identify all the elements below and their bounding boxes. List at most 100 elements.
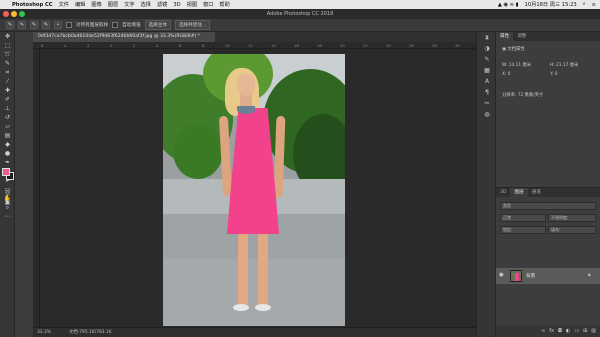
quick-select-icon[interactable]: ✎ [0,59,15,68]
menu-3d[interactable]: 3D [173,2,180,8]
eyedropper-icon[interactable]: ⁄ [0,77,15,86]
select-subject-button[interactable]: 选择主体 [144,20,171,30]
healing-icon[interactable]: ✚ [0,86,15,95]
eraser-icon[interactable]: ▱ [0,122,15,131]
ruler-tick-label: 26 [409,43,414,48]
window-titlebar: Adobe Photoshop CC 2018 [0,9,600,19]
menu-file[interactable]: 文件 [59,1,69,8]
tab-channels[interactable]: 通道 [528,188,545,197]
opacity-field[interactable]: 不透明度: [548,214,596,222]
history-brush-icon[interactable]: ↺ [0,113,15,122]
layer-filter[interactable]: 类型 [500,202,596,210]
menu-window[interactable]: 窗口 [203,1,213,8]
sample-all-layers-checkbox[interactable] [66,22,72,28]
adjustment-layer-icon[interactable]: ◐ [566,325,570,337]
brush-settings-icon[interactable]: ✎ [477,54,497,65]
menu-filter[interactable]: 滤镜 [157,1,167,8]
dodge-icon[interactable]: ● [0,149,15,158]
layer-style-icon[interactable]: fx [549,325,554,337]
status-icons[interactable]: ▲ ◉ ≋ ▮ [498,2,519,8]
photo-leg [238,232,248,308]
blur-icon[interactable]: ◆ [0,140,15,149]
tools-panel: ✥ ⬚ ➰ ✎ ⌗ ⁄ ✚ ✐ ⊥ ↺ ▱ ▤ ◆ ● ✒ T ➤ ▭ ✋ ⌕ … [0,32,15,337]
document-image[interactable] [163,54,345,326]
history-panel-icon[interactable]: ⧗ [477,32,497,43]
menubar-app-name[interactable]: Photoshop CC [12,2,53,8]
select-and-mask-button[interactable]: 选择并遮住... [174,20,211,30]
lasso-icon[interactable]: ➰ [0,50,15,59]
photo-shoe [255,304,271,311]
tab-adjustments[interactable]: 调整 [513,32,530,41]
new-selection-icon[interactable]: ✎ [18,21,26,29]
libraries-panel-icon[interactable]: ◍ [477,109,497,120]
screen-mode-icon[interactable]: ▣ [0,198,15,207]
tools-panel-icon[interactable]: ✂ [477,98,497,109]
menu-layer[interactable]: 图层 [108,1,118,8]
stamp-icon[interactable]: ⊥ [0,104,15,113]
marquee-icon[interactable]: ⬚ [0,41,15,50]
ruler-tick-label: 14 [271,43,276,48]
photo-tree [173,124,223,179]
layer-thumbnail [510,270,522,282]
menu-image[interactable]: 图像 [91,1,101,8]
lock-options[interactable]: 锁定: [500,226,546,234]
new-group-icon[interactable]: ▭ [574,325,579,337]
ruler-tick-label: 16 [294,43,299,48]
menu-help[interactable]: 帮助 [219,1,229,8]
link-layers-icon[interactable]: ∞ [541,325,545,337]
move-icon[interactable]: ✥ [0,32,15,41]
window-title: Adobe Photoshop CC 2018 [266,11,334,17]
menu-view[interactable]: 视图 [187,1,197,8]
more-icon[interactable]: ⋯ [0,212,15,221]
brush-size-icon[interactable]: • [54,21,62,29]
add-mask-icon[interactable]: ◘ [558,325,562,337]
tool-preset-icon[interactable]: ✎ [6,21,14,29]
document-tab[interactable]: 0df3d7ca7bcb0a4610de52f9d63f6246b60af3f.… [33,32,215,42]
auto-enhance-checkbox[interactable] [112,22,119,28]
quick-mask-icon[interactable]: ◎ [0,188,15,197]
tab-layers[interactable]: 图层 [510,188,528,197]
add-selection-icon[interactable]: ✎ [30,21,38,29]
delete-layer-icon[interactable]: ▥ [591,325,596,337]
new-layer-icon[interactable]: ⊞ [583,325,587,337]
menubar-clock[interactable]: 10月18日 周三 15:23 [525,1,577,8]
pen-icon[interactable]: ✒ [0,158,15,167]
search-icon[interactable]: ⌕ [583,1,586,8]
ruler-tick-label: 22 [363,43,368,48]
document-size-info[interactable]: 文档:795.1K/783.1K [69,328,112,337]
menu-type[interactable]: 文字 [124,1,134,8]
properties-width[interactable]: W: 14.11 厘米 [502,62,531,68]
menu-edit[interactable]: 编辑 [75,1,85,8]
properties-y[interactable]: Y: 0 [550,72,558,77]
lock-icon[interactable]: 🔒︎ [588,272,591,278]
tab-properties[interactable]: 属性 [496,32,514,41]
foreground-color-swatch[interactable] [2,168,10,176]
ruler-tick-label: 20 [340,43,345,48]
subtract-selection-icon[interactable]: ✎ [42,21,50,29]
layer-name[interactable]: 背景 [526,273,535,279]
properties-x[interactable]: X: 0 [502,72,511,77]
blend-mode-select[interactable]: 正常 [500,214,546,222]
menu-list-icon[interactable]: ≡ [592,2,596,8]
brush-icon[interactable]: ✐ [0,95,15,104]
tab-3d[interactable]: 3D [496,188,510,197]
layer-row[interactable]: ◉ 背景 🔒︎ [496,268,600,284]
paragraph-panel-icon[interactable]: ¶ [477,87,497,98]
menu-select[interactable]: 选择 [141,1,151,8]
properties-height[interactable]: H: 21.17 厘米 [550,62,578,68]
properties-doc-row: ▣ 文档属性 [502,46,525,52]
photo-shoe [233,304,249,311]
color-panel-icon[interactable]: ◑ [477,43,497,54]
visibility-eye-icon[interactable]: ◉ [499,272,504,278]
sample-all-layers-label: 对所有图层取样 [76,23,109,28]
fill-field[interactable]: 填充: [548,226,596,234]
ruler-tick-label: 10 [225,43,230,48]
character-panel-icon[interactable]: A [477,76,497,87]
vertical-ruler[interactable] [33,49,40,327]
horizontal-ruler[interactable]: 6 4 2 0 2 4 6 8 10 12 14 16 18 20 22 24 26 28 30 [33,42,476,49]
status-bar: 33.3% 文档:795.1K/783.1K [33,327,476,337]
zoom-level[interactable]: 33.3% [37,330,51,335]
crop-icon[interactable]: ⌗ [0,68,15,77]
gradient-icon[interactable]: ▤ [0,131,15,140]
swatches-panel-icon[interactable]: ▦ [477,65,497,76]
